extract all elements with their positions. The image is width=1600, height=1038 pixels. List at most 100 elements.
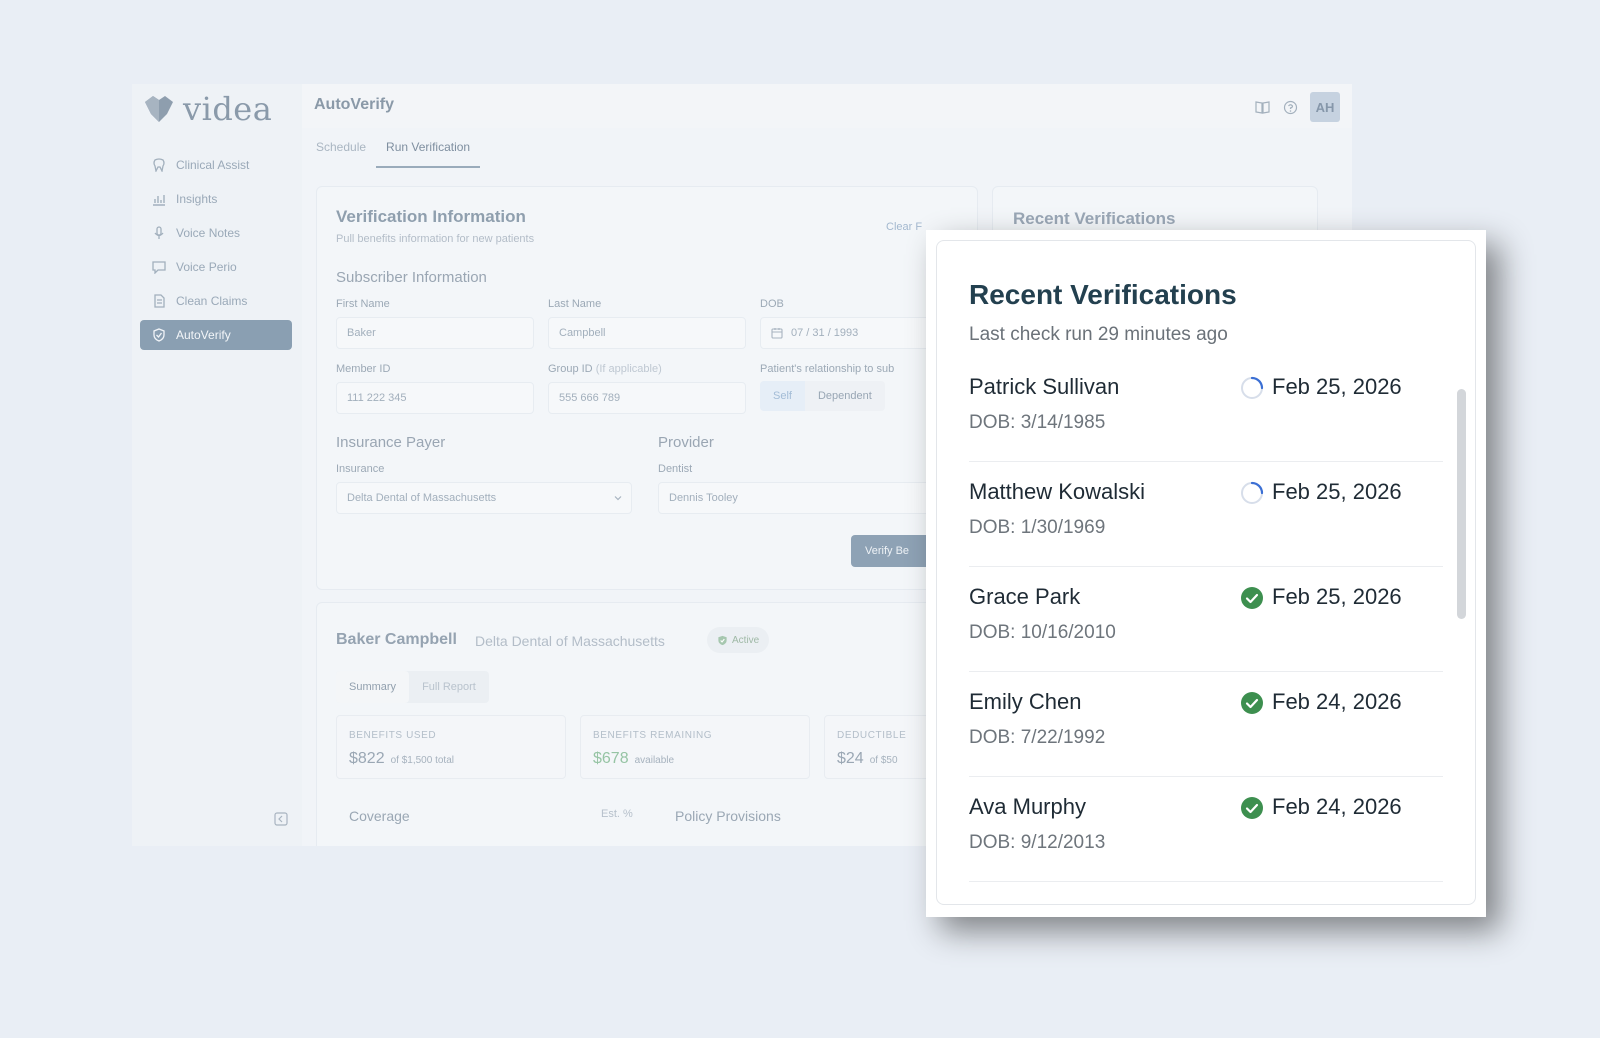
sidebar-item-insights[interactable]: Insights: [140, 184, 292, 214]
status-badge-label: Active: [732, 634, 760, 646]
policy-provisions-heading: Policy Provisions: [675, 808, 781, 824]
member-id-field[interactable]: 111 222 345: [336, 382, 534, 414]
verification-card: Verification Information Pull benefits i…: [316, 186, 978, 590]
stat-label: BENEFITS USED: [349, 730, 437, 741]
sidebar-item-autoverify[interactable]: AutoVerify: [140, 320, 292, 350]
check-circle-icon: [1241, 692, 1263, 714]
tab-bar: Schedule Run Verification: [306, 136, 481, 168]
dentist-field[interactable]: Dennis Tooley: [658, 482, 960, 514]
verification-title: Verification Information: [336, 207, 526, 226]
last-name-field[interactable]: Campbell: [548, 317, 746, 349]
stat-amount: $24: [837, 750, 864, 767]
list-item[interactable]: Emily Chen DOB: 7/22/1992 Feb 24, 2026: [969, 672, 1443, 777]
sidebar-item-label: Voice Perio: [176, 260, 237, 274]
insurance-value: Delta Dental of Massachusetts: [347, 492, 497, 504]
list-item[interactable]: Patrick Sullivan DOB: 3/14/1985 Feb 25, …: [969, 357, 1443, 462]
chevron-down-icon: [614, 496, 622, 501]
collapse-sidebar-icon[interactable]: [274, 812, 288, 826]
list-item[interactable]: Grace Park DOB: 10/16/2010 Feb 25, 2026: [969, 567, 1443, 672]
help-icon[interactable]: [1282, 99, 1298, 115]
stat-value: $24 of $50: [837, 750, 898, 768]
patient-name: Baker Campbell: [336, 631, 457, 648]
verification-date: Feb 24, 2026: [1272, 794, 1402, 819]
loading-spinner-icon: [1241, 481, 1264, 504]
verification-subtitle: Pull benefits information for new patien…: [336, 233, 535, 245]
scrollbar[interactable]: [1457, 389, 1466, 619]
shield-check-icon: [152, 328, 166, 342]
sidebar-item-label: AutoVerify: [176, 328, 231, 342]
group-id-field[interactable]: 555 666 789: [548, 382, 746, 414]
sidebar-item-clinical-assist[interactable]: Clinical Assist: [140, 150, 292, 180]
clear-button[interactable]: Clear F: [886, 221, 922, 233]
relationship-self-option[interactable]: Self: [760, 381, 805, 411]
relationship-label: Patient's relationship to sub: [760, 363, 895, 375]
sidebar-nav: Clinical Assist Insights Voice Notes Voi…: [140, 150, 292, 354]
dob-value: 07 / 31 / 1993: [791, 327, 859, 339]
tab-run-verification[interactable]: Run Verification: [376, 136, 481, 168]
first-name-field[interactable]: Baker: [336, 317, 534, 349]
sidebar-item-label: Voice Notes: [176, 226, 241, 240]
book-icon[interactable]: [1254, 99, 1270, 115]
stat-amount: $678: [593, 750, 629, 767]
sidebar-item-clean-claims[interactable]: Clean Claims: [140, 286, 292, 316]
sidebar-item-label: Clean Claims: [176, 294, 248, 308]
tab-schedule[interactable]: Schedule: [306, 136, 376, 168]
loading-spinner-icon: [1241, 376, 1264, 399]
last-name-label: Last Name: [548, 298, 602, 310]
patient-dob: DOB: 7/22/1992: [969, 727, 1106, 748]
provider-heading: Provider: [658, 434, 714, 451]
verification-date: Feb 25, 2026: [1272, 584, 1402, 609]
relationship-toggle: Self Dependent: [760, 381, 885, 411]
relationship-dependent-option[interactable]: Dependent: [805, 381, 885, 411]
group-id-hint: (If applicable): [595, 363, 662, 375]
videa-logo-icon: [145, 96, 173, 122]
est-percent-label: Est. %: [601, 808, 633, 820]
patient-dob: DOB: 1/30/1969: [969, 517, 1106, 538]
sidebar-item-voice-perio[interactable]: Voice Perio: [140, 252, 292, 282]
chat-bubble-icon: [152, 260, 166, 274]
tab-full-report[interactable]: Full Report: [409, 671, 489, 703]
tab-summary[interactable]: Summary: [336, 671, 410, 703]
calendar-icon: [771, 328, 783, 339]
sidebar: videa Clinical Assist Insights Voice Not…: [132, 84, 302, 846]
verification-date: Feb 25, 2026: [1272, 374, 1402, 399]
dentist-label: Dentist: [658, 463, 693, 475]
group-id-label: Group ID (If applicable): [548, 363, 662, 375]
list-item[interactable]: Matthew Kowalski DOB: 1/30/1969 Feb 25, …: [969, 462, 1443, 567]
group-id-label-text: Group ID: [548, 363, 593, 375]
status-badge: Active: [707, 627, 770, 653]
subscriber-heading: Subscriber Information: [336, 269, 487, 286]
shield-check-icon: [718, 635, 727, 645]
member-id-label: Member ID: [336, 363, 391, 375]
patient-dob: DOB: 10/16/2010: [969, 622, 1116, 643]
patient-name: Emily Chen: [969, 689, 1082, 714]
patient-name: Matthew Kowalski: [969, 479, 1146, 504]
verification-date: Feb 25, 2026: [1272, 479, 1402, 504]
tooth-icon: [152, 158, 166, 172]
stat-value: $822 of $1,500 total: [349, 750, 454, 768]
stat-note: of $1,500 total: [390, 755, 454, 766]
list-item[interactable]: Ava Murphy DOB: 9/12/2013 Feb 24, 2026: [969, 777, 1443, 882]
sidebar-item-label: Clinical Assist: [176, 158, 250, 172]
result-subtabs: Summary Full Report: [336, 671, 489, 703]
chart-icon: [152, 192, 166, 206]
recent-verifications-popup: Recent Verifications Last check run 29 m…: [926, 230, 1486, 917]
stat-note: of $50: [869, 755, 898, 766]
patient-payer: Delta Dental of Massachusetts: [475, 633, 665, 649]
logo: videa: [143, 90, 272, 128]
popup-subtitle: Last check run 29 minutes ago: [969, 324, 1228, 345]
patient-dob: DOB: 9/12/2013: [969, 832, 1106, 853]
popup-title: Recent Verifications: [969, 279, 1237, 310]
patient-name: Grace Park: [969, 584, 1081, 609]
stat-benefits-used: BENEFITS USED $822 of $1,500 total: [336, 715, 566, 779]
topbar: AutoVerify AH: [302, 84, 1352, 128]
avatar[interactable]: AH: [1310, 92, 1340, 122]
stat-amount: $822: [349, 750, 385, 767]
sidebar-item-voice-notes[interactable]: Voice Notes: [140, 218, 292, 248]
insurance-select[interactable]: Delta Dental of Massachusetts: [336, 482, 632, 514]
dob-label: DOB: [760, 298, 784, 310]
microphone-icon: [152, 226, 166, 240]
recent-verifications-heading-bg: Recent Verifications: [1013, 209, 1176, 228]
stat-note: available: [634, 755, 675, 766]
check-circle-icon: [1241, 587, 1263, 609]
